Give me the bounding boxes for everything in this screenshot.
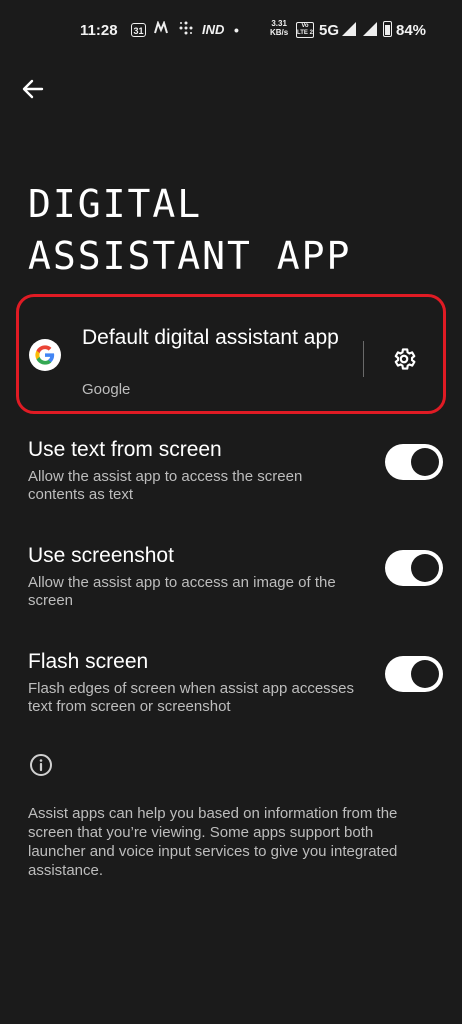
card-divider <box>363 341 364 377</box>
google-g-icon <box>29 339 61 371</box>
default-assistant-item[interactable]: Default digital assistant app Google <box>16 294 446 414</box>
page-title: DIGITAL ASSISTANT APP <box>28 178 448 282</box>
flash-screen-toggle[interactable] <box>385 656 443 692</box>
volte-bottom: LTE 2 <box>297 30 313 36</box>
volte-top: Vo <box>301 23 309 29</box>
setting-title: Flash screen <box>28 650 149 673</box>
signal-icon <box>342 22 356 36</box>
default-assistant-title: Default digital assistant app <box>82 326 339 349</box>
battery-percent: 84% <box>396 22 427 39</box>
arrow-left-icon <box>22 79 44 99</box>
setting-description: Allow the assist app to access the scree… <box>28 468 303 503</box>
signal-icon-2 <box>363 22 377 36</box>
setting-title: Use screenshot <box>28 544 174 567</box>
status-bar: 11:28 31 IND • 3.31 KB/s Vo LTE 2 5G 84% <box>0 0 462 60</box>
notification-icon <box>154 20 170 40</box>
footer-description: Assist apps can help you based on inform… <box>28 805 398 879</box>
calendar-icon: 31 <box>131 23 146 37</box>
toggle-knob <box>411 554 439 582</box>
setting-title: Use text from screen <box>28 438 222 461</box>
network-speed-unit: KB/s <box>270 28 289 37</box>
page-title-line2: ASSISTANT APP <box>28 234 352 278</box>
grid-icon <box>179 21 193 40</box>
setting-description: Allow the assist app to access an image … <box>28 574 336 609</box>
carrier-label: IND <box>202 22 225 37</box>
network-speed-value: 3.31 <box>271 19 287 28</box>
setting-description: Flash edges of screen when assist app ac… <box>28 680 355 715</box>
toggle-knob <box>411 660 439 688</box>
assistant-settings-button[interactable] <box>386 341 422 377</box>
status-dot: • <box>234 22 239 38</box>
setting-use-text-from-screen[interactable]: Use text from screen Allow the assist ap… <box>28 438 448 518</box>
use-text-from-screen-toggle[interactable] <box>385 444 443 480</box>
page-title-line1: DIGITAL <box>28 182 203 226</box>
network-type: 5G <box>319 22 340 39</box>
setting-use-screenshot[interactable]: Use screenshot Allow the assist app to a… <box>28 544 448 624</box>
use-screenshot-toggle[interactable] <box>385 550 443 586</box>
battery-icon <box>383 21 392 37</box>
network-speed: 3.31 KB/s <box>270 19 288 37</box>
status-time: 11:28 <box>80 22 118 39</box>
info-icon <box>30 754 52 776</box>
default-assistant-value: Google <box>82 381 131 398</box>
setting-flash-screen[interactable]: Flash screen Flash edges of screen when … <box>28 650 448 730</box>
volte-badge: Vo LTE 2 <box>296 22 314 38</box>
back-button[interactable] <box>16 72 50 106</box>
toggle-knob <box>411 448 439 476</box>
gear-icon <box>394 348 416 370</box>
